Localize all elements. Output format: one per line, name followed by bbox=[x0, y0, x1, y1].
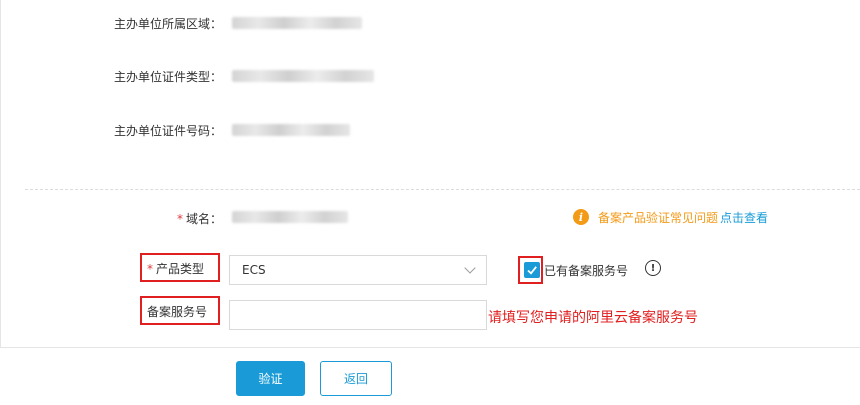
product-type-label: * 产品类型 bbox=[147, 260, 204, 277]
product-type-select[interactable]: ECS bbox=[229, 255, 487, 285]
has-service-no-checkbox[interactable] bbox=[524, 262, 540, 278]
form-panel: 主办单位所属区域： 主办单位证件类型： 主办单位证件号码： * 域名： i 备案产… bbox=[0, 0, 860, 348]
back-button[interactable]: 返回 bbox=[320, 361, 392, 396]
domain-label: * 域名： bbox=[177, 210, 222, 227]
cert-type-label: 主办单位证件类型： bbox=[113, 70, 222, 84]
chevron-down-icon bbox=[464, 262, 476, 274]
domain-label-text: 域名： bbox=[185, 212, 222, 226]
faq-notice: i 备案产品验证常见问题 点击查看 bbox=[573, 208, 768, 226]
faq-text: 备案产品验证常见问题 bbox=[598, 210, 719, 225]
region-label: 主办单位所属区域： bbox=[113, 17, 222, 31]
verify-button[interactable]: 验证 bbox=[236, 361, 305, 396]
cert-type-value-redacted bbox=[232, 70, 374, 82]
service-no-label: 备案服务号 bbox=[147, 305, 208, 319]
required-mark: * bbox=[147, 262, 153, 276]
section-divider bbox=[25, 189, 860, 190]
domain-value-redacted bbox=[232, 211, 348, 223]
service-no-input[interactable] bbox=[229, 300, 487, 330]
info-icon: i bbox=[573, 209, 589, 225]
product-type-selected: ECS bbox=[242, 263, 266, 277]
product-type-label-text: 产品类型 bbox=[156, 262, 205, 276]
region-value-redacted bbox=[232, 17, 362, 29]
has-service-no-label: 已有备案服务号 bbox=[544, 264, 629, 278]
cert-no-label: 主办单位证件号码： bbox=[113, 124, 222, 138]
service-no-hint: 请填写您申请的阿里云备案服务号 bbox=[488, 310, 698, 326]
required-mark: * bbox=[176, 212, 183, 226]
cert-no-value-redacted bbox=[232, 124, 350, 136]
faq-link[interactable]: 点击查看 bbox=[720, 209, 768, 226]
help-icon[interactable]: ! bbox=[645, 260, 661, 276]
checkmark-icon bbox=[527, 266, 537, 275]
